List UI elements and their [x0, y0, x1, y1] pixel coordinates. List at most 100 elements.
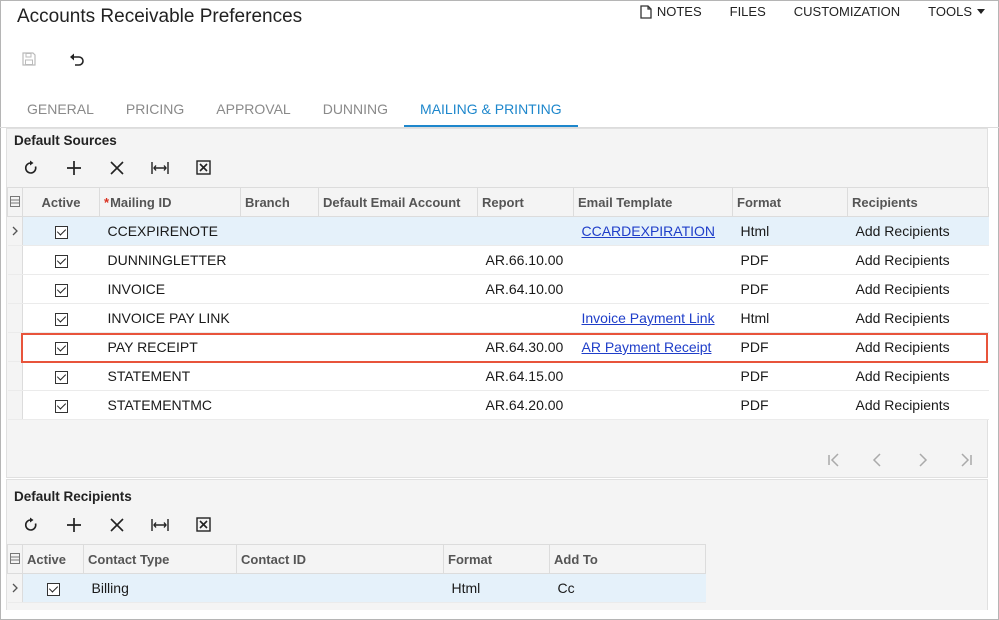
report-cell[interactable] [477, 303, 574, 333]
table-row[interactable]: STATEMENT AR.64.15.00 PDF Add Recipients [7, 361, 989, 391]
save-button[interactable] [18, 50, 40, 70]
format-cell[interactable]: PDF [732, 390, 848, 420]
row-indicator[interactable] [7, 361, 23, 391]
branch-cell[interactable] [240, 274, 319, 304]
recipients-export-button[interactable] [193, 516, 213, 536]
customization-button[interactable]: CUSTOMIZATION [794, 4, 900, 19]
recipients-cell[interactable]: Add Recipients [847, 332, 989, 362]
row-indicator[interactable] [7, 390, 23, 420]
row-indicator[interactable] [7, 216, 23, 246]
active-cell[interactable] [22, 361, 100, 391]
email-account-cell[interactable] [318, 274, 478, 304]
recipients-fit-columns-button[interactable] [150, 516, 170, 536]
table-row[interactable]: CCEXPIRENOTE CCARDEXPIRATION Html Add Re… [7, 216, 989, 246]
add-to-cell[interactable]: Cc [549, 573, 706, 603]
col-add-to[interactable]: Add To [549, 544, 706, 574]
branch-cell[interactable] [240, 390, 319, 420]
branch-cell[interactable] [240, 216, 319, 246]
row-selector-header[interactable] [7, 187, 23, 217]
active-checkbox[interactable] [54, 225, 68, 239]
row-selector-header[interactable] [7, 544, 23, 574]
email-account-cell[interactable] [318, 390, 478, 420]
mailing-id-cell[interactable]: STATEMENTMC [99, 390, 241, 420]
email-template-cell[interactable] [573, 390, 733, 420]
contact-type-cell[interactable]: Billing [83, 573, 237, 603]
branch-cell[interactable] [240, 245, 319, 275]
col-branch[interactable]: Branch [240, 187, 319, 217]
tools-menu-button[interactable]: TOOLS [928, 4, 985, 19]
format-cell[interactable]: PDF [732, 332, 848, 362]
email-account-cell[interactable] [318, 303, 478, 333]
col-recipients[interactable]: Recipients [847, 187, 989, 217]
sources-delete-button[interactable] [107, 159, 127, 179]
report-cell[interactable]: AR.64.30.00 [477, 332, 574, 362]
tab-pricing[interactable]: PRICING [110, 92, 200, 128]
report-cell[interactable] [477, 216, 574, 246]
format-cell[interactable]: Html [443, 573, 550, 603]
contact-id-cell[interactable] [236, 573, 444, 603]
email-template-link[interactable]: Invoice Payment Link [582, 310, 715, 326]
recipients-cell[interactable]: Add Recipients [847, 245, 989, 275]
email-account-cell[interactable] [318, 216, 478, 246]
active-checkbox[interactable] [54, 254, 68, 268]
email-template-cell[interactable] [573, 361, 733, 391]
last-page-icon[interactable] [957, 451, 975, 469]
mailing-id-cell[interactable]: PAY RECEIPT [99, 332, 241, 362]
email-account-cell[interactable] [318, 361, 478, 391]
email-account-cell[interactable] [318, 245, 478, 275]
active-checkbox[interactable] [46, 582, 60, 596]
active-cell[interactable] [22, 245, 100, 275]
active-cell[interactable] [22, 216, 100, 246]
table-row[interactable]: PAY RECEIPT AR.64.30.00 AR Payment Recei… [7, 332, 989, 362]
branch-cell[interactable] [240, 332, 319, 362]
sources-fit-columns-button[interactable] [150, 159, 170, 179]
active-cell[interactable] [22, 390, 100, 420]
report-cell[interactable]: AR.64.20.00 [477, 390, 574, 420]
recipients-refresh-button[interactable] [21, 516, 41, 536]
first-page-icon[interactable] [825, 451, 843, 469]
col-report[interactable]: Report [477, 187, 574, 217]
col-mailing-id[interactable]: *Mailing ID [99, 187, 241, 217]
email-template-cell[interactable] [573, 274, 733, 304]
next-page-icon[interactable] [913, 451, 931, 469]
undo-button[interactable] [66, 50, 88, 70]
recipients-add-button[interactable] [64, 516, 84, 536]
prev-page-icon[interactable] [869, 451, 887, 469]
tab-dunning[interactable]: DUNNING [307, 92, 404, 128]
tab-approval[interactable]: APPROVAL [200, 92, 306, 128]
active-cell[interactable] [22, 332, 100, 362]
recipients-cell[interactable]: Add Recipients [847, 361, 989, 391]
mailing-id-cell[interactable]: CCEXPIRENOTE [99, 216, 241, 246]
mailing-id-cell[interactable]: INVOICE [99, 274, 241, 304]
email-template-link[interactable]: AR Payment Receipt [582, 339, 712, 355]
row-indicator[interactable] [7, 245, 23, 275]
tab-general[interactable]: GENERAL [11, 92, 110, 128]
email-template-cell[interactable]: CCARDEXPIRATION [573, 216, 733, 246]
tab-mailing-printing[interactable]: MAILING & PRINTING [404, 92, 578, 128]
format-cell[interactable]: Html [732, 216, 848, 246]
email-template-cell[interactable]: Invoice Payment Link [573, 303, 733, 333]
recipients-cell[interactable]: Add Recipients [847, 274, 989, 304]
table-row[interactable]: INVOICE AR.64.10.00 PDF Add Recipients [7, 274, 989, 304]
active-cell[interactable] [22, 274, 100, 304]
mailing-id-cell[interactable]: DUNNINGLETTER [99, 245, 241, 275]
active-cell[interactable] [22, 573, 84, 603]
sources-add-button[interactable] [64, 159, 84, 179]
files-button[interactable]: FILES [730, 4, 766, 19]
col-email-template[interactable]: Email Template [573, 187, 733, 217]
active-checkbox[interactable] [54, 341, 68, 355]
branch-cell[interactable] [240, 361, 319, 391]
email-template-cell[interactable]: AR Payment Receipt [573, 332, 733, 362]
format-cell[interactable]: PDF [732, 361, 848, 391]
sources-refresh-button[interactable] [21, 159, 41, 179]
email-template-link[interactable]: CCARDEXPIRATION [582, 223, 716, 239]
table-row[interactable]: DUNNINGLETTER AR.66.10.00 PDF Add Recipi… [7, 245, 989, 275]
format-cell[interactable]: PDF [732, 245, 848, 275]
active-checkbox[interactable] [54, 370, 68, 384]
table-row[interactable]: INVOICE PAY LINK Invoice Payment Link Ht… [7, 303, 989, 333]
report-cell[interactable]: AR.64.15.00 [477, 361, 574, 391]
col-contact-id[interactable]: Contact ID [236, 544, 444, 574]
recipients-delete-button[interactable] [107, 516, 127, 536]
col-active[interactable]: Active [22, 187, 100, 217]
row-indicator[interactable] [7, 274, 23, 304]
